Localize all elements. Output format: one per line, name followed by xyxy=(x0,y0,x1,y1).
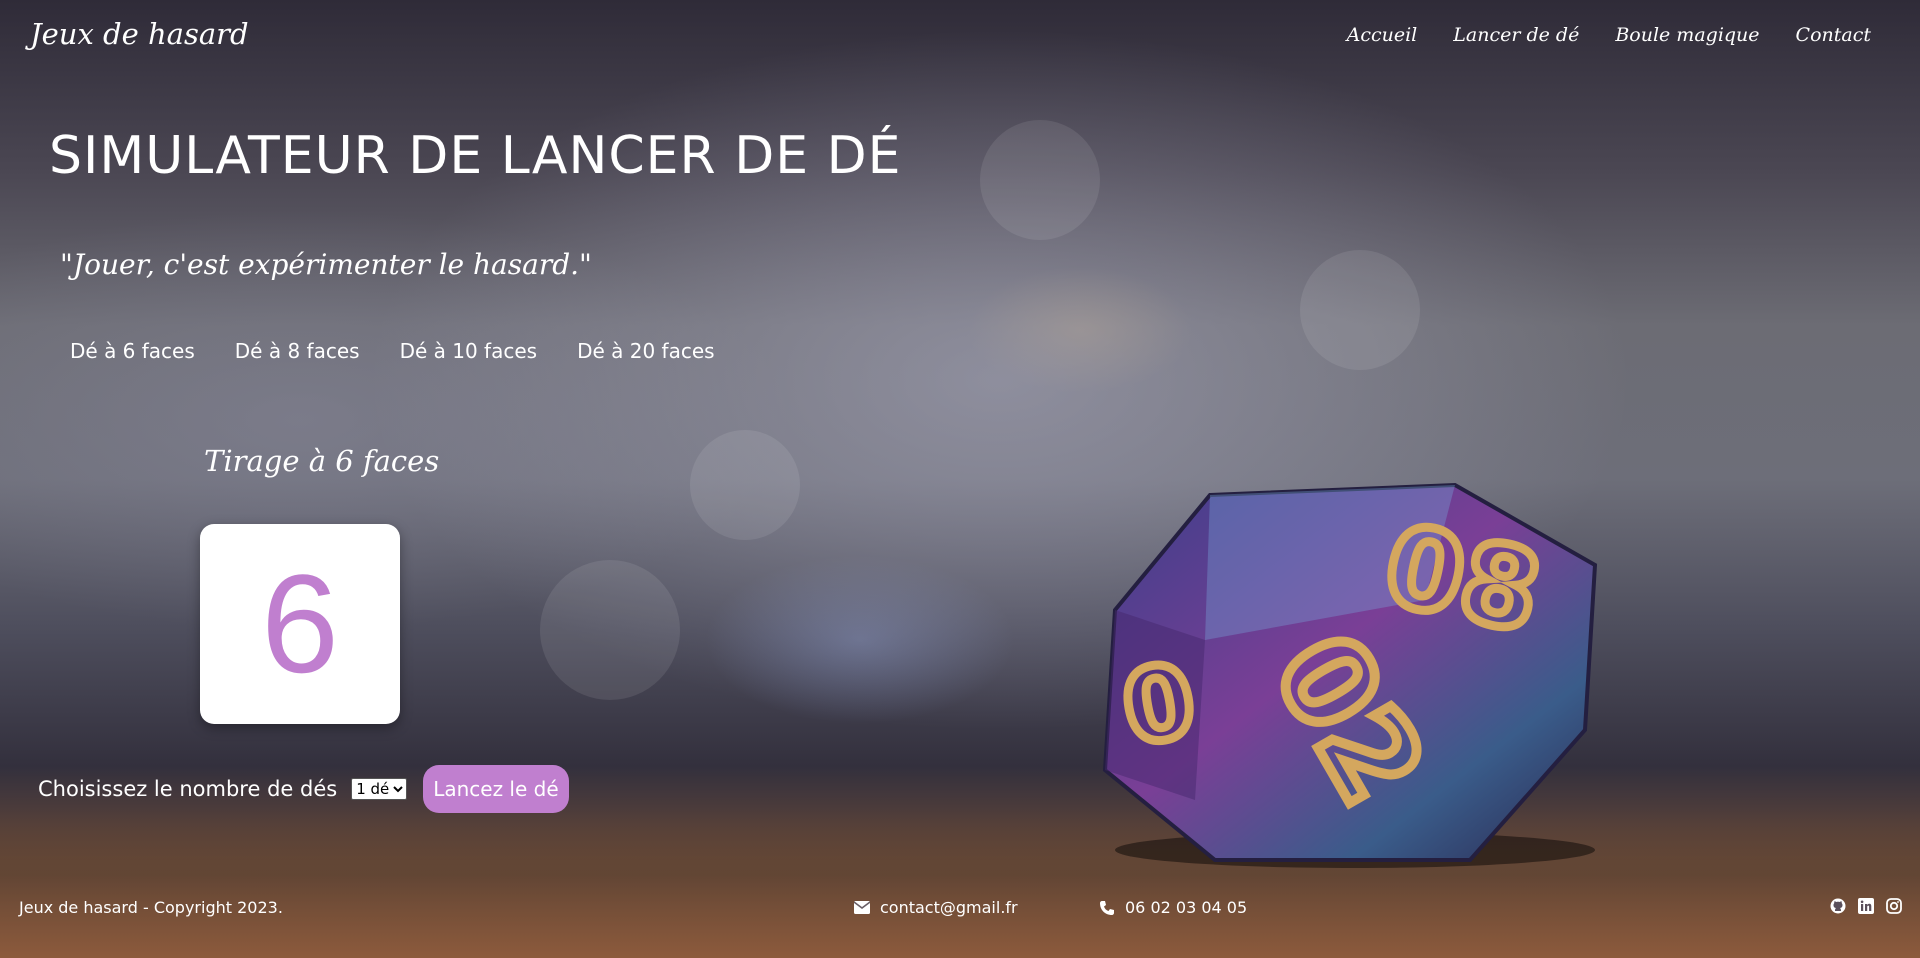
nav-item-contact[interactable]: Contact xyxy=(1796,24,1871,46)
background-table xyxy=(0,808,1920,958)
phone-icon xyxy=(1100,900,1114,915)
background-die-image: 08 02 0 xyxy=(1102,482,1598,868)
site-header: Jeux de hasard Accueil Lancer de dé Boul… xyxy=(0,0,1920,80)
result-card: 6 xyxy=(200,524,400,724)
github-icon[interactable] xyxy=(1830,898,1846,914)
dice-count-label: Choisissez le nombre de dés xyxy=(38,777,338,801)
copyright: Jeux de hasard - Copyright 2023. xyxy=(19,898,283,917)
social-links xyxy=(1830,898,1902,914)
roll-button[interactable]: Lancez le dé xyxy=(423,765,569,813)
instagram-icon[interactable] xyxy=(1886,898,1902,914)
email-text[interactable]: contact@gmail.fr xyxy=(880,898,1018,917)
brand-logo[interactable]: Jeux de hasard xyxy=(30,17,249,51)
footer-phone[interactable]: 06 02 03 04 05 xyxy=(1099,898,1247,917)
bokeh-light xyxy=(1300,250,1420,370)
quote: "Jouer, c'est expérimenter le hasard." xyxy=(60,248,592,281)
site-footer: Jeux de hasard - Copyright 2023. contact… xyxy=(0,896,1920,926)
bokeh-light xyxy=(690,430,800,540)
tab-d10[interactable]: Dé à 10 faces xyxy=(400,339,538,363)
draw-title: Tirage à 6 faces xyxy=(204,444,440,478)
nav-item-accueil[interactable]: Accueil xyxy=(1347,24,1418,46)
tab-d20[interactable]: Dé à 20 faces xyxy=(577,339,715,363)
footer-email[interactable]: contact@gmail.fr xyxy=(854,898,1018,917)
roll-controls: Choisissez le nombre de dés 1 dé Lancez … xyxy=(38,765,569,813)
nav-item-boule-magique[interactable]: Boule magique xyxy=(1615,24,1759,46)
envelope-icon xyxy=(854,901,870,914)
phone-text[interactable]: 06 02 03 04 05 xyxy=(1125,898,1247,917)
bokeh-light xyxy=(980,120,1100,240)
nav-item-lancer-de-de[interactable]: Lancer de dé xyxy=(1453,24,1579,46)
tab-d8[interactable]: Dé à 8 faces xyxy=(235,339,360,363)
result-value: 6 xyxy=(261,545,339,702)
tab-d6[interactable]: Dé à 6 faces xyxy=(70,339,195,363)
die-type-tabs: Dé à 6 faces Dé à 8 faces Dé à 10 faces … xyxy=(70,339,715,363)
page-title: SIMULATEUR DE LANCER DE DÉ xyxy=(49,126,902,186)
linkedin-icon[interactable] xyxy=(1858,898,1874,914)
dice-count-select[interactable]: 1 dé xyxy=(351,778,408,800)
main-nav: Accueil Lancer de dé Boule magique Conta… xyxy=(1347,24,1871,46)
bokeh-light xyxy=(540,560,680,700)
